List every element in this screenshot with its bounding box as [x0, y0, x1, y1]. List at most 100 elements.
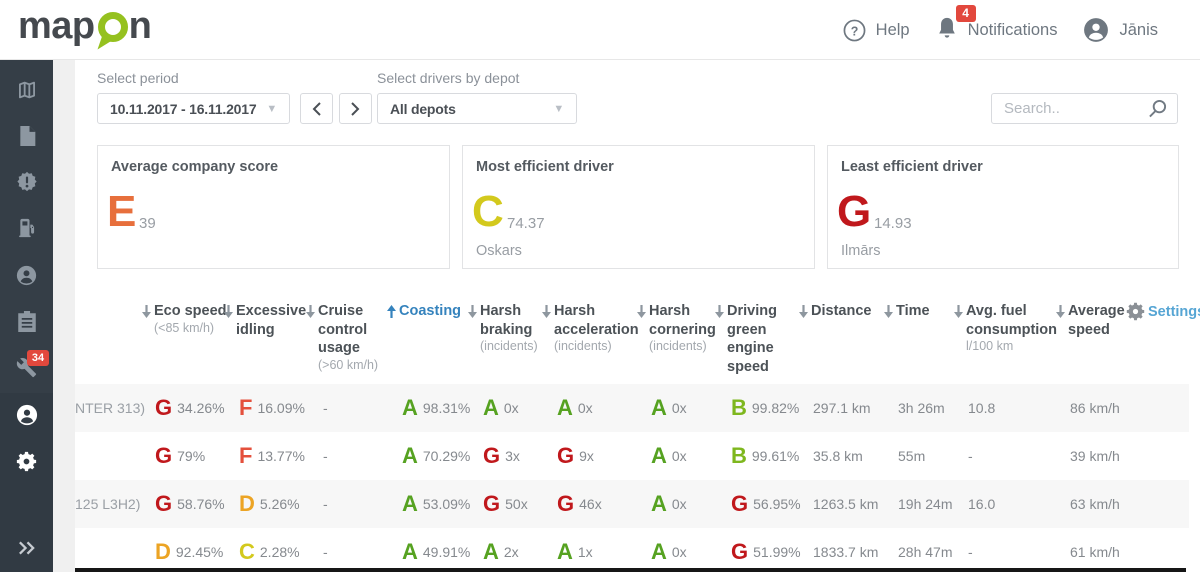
- column-header-eco-speed[interactable]: Eco speed(<85 km/h): [154, 302, 249, 336]
- logo-text-n: n: [129, 7, 152, 45]
- cell-value: G58.76%: [155, 480, 225, 528]
- cell-value: A0x: [651, 384, 687, 432]
- depot-value: All depots: [390, 101, 456, 117]
- cell-value: A 1x: [557, 528, 593, 572]
- page-gutter: [53, 60, 75, 572]
- help-label: Help: [876, 21, 910, 40]
- cell-text: 16.0: [968, 496, 995, 512]
- column-header-avg-fuel-consumption[interactable]: Avg. fuel consumptionl/100 km: [966, 302, 1068, 354]
- cell-value: 61 km/h: [1070, 528, 1120, 572]
- help-button[interactable]: ? Help: [843, 19, 910, 42]
- cell-value: G50x: [483, 480, 528, 528]
- cell-text: 1833.7 km: [813, 544, 878, 560]
- card-title: Average company score: [111, 159, 278, 175]
- chevron-left-icon: [312, 102, 321, 116]
- cell-value: 3h 26m: [898, 384, 945, 432]
- depot-select[interactable]: All depots ▼: [377, 93, 577, 124]
- sidebar-item-tasks[interactable]: [0, 298, 53, 344]
- cell-text: 56.95%: [753, 496, 800, 512]
- cell-text: 46x: [579, 496, 602, 512]
- column-subtitle: (<85 km/h): [154, 321, 249, 336]
- bottom-scroll-strip[interactable]: [75, 568, 1186, 572]
- table-row[interactable]: G79%F13.77%-A70.29%G3xG9xA0xB99.61%35.8 …: [75, 432, 1189, 480]
- column-subtitle: (incidents): [554, 339, 656, 354]
- cell-text: -: [968, 448, 973, 464]
- cell-value: F16.09%: [239, 384, 305, 432]
- maintenance-badge: 34: [27, 350, 49, 366]
- grade-letter: G: [483, 491, 500, 517]
- cell-text: 53.09%: [423, 496, 470, 512]
- cell-text: 0x: [672, 400, 687, 416]
- user-menu[interactable]: Jānis: [1083, 17, 1158, 43]
- next-period-button[interactable]: [339, 93, 372, 124]
- help-icon: ?: [843, 19, 866, 42]
- cell-value: 86 km/h: [1070, 384, 1120, 432]
- column-header-driving-green-engine-speed[interactable]: Driving green engine speed: [727, 302, 797, 376]
- column-header-time[interactable]: Time: [896, 302, 958, 321]
- cell-text: 1x: [578, 544, 593, 560]
- chevron-right-icon: [351, 102, 360, 116]
- sort-asc-icon: [387, 305, 396, 318]
- notifications-label: Notifications: [968, 21, 1058, 40]
- cell-text: 5.26%: [260, 496, 300, 512]
- table-row[interactable]: NTER 313)G34.26%F16.09%-A98.31%A0xA0xA0x…: [75, 384, 1189, 432]
- cell-text: 55m: [898, 448, 925, 464]
- cell-text: 79%: [177, 448, 205, 464]
- cell-text: 28h 47m: [898, 544, 952, 560]
- card-title: Most efficient driver: [476, 159, 614, 175]
- cell-text: 0x: [578, 400, 593, 416]
- cell-value: A49.91%: [402, 528, 470, 572]
- sidebar-item-drivers[interactable]: [0, 252, 53, 298]
- grade-letter: G: [155, 395, 172, 421]
- cell-text: -: [323, 496, 328, 512]
- cell-value: -: [323, 480, 328, 528]
- sidebar-item-settings[interactable]: [0, 438, 53, 484]
- cell-value: G46x: [557, 480, 602, 528]
- cell-value: 1833.7 km: [813, 528, 878, 572]
- grade-letter: D: [155, 539, 171, 565]
- grade-letter: B: [731, 395, 747, 421]
- period-value: 10.11.2017 - 16.11.2017: [110, 101, 256, 117]
- grade-letter: A: [483, 539, 499, 565]
- sort-desc-icon: [542, 305, 551, 318]
- sidebar-expand-button[interactable]: [0, 525, 53, 571]
- cell-value: G9x: [557, 432, 594, 480]
- column-header-cruise-control-usage[interactable]: Cruise control usage(>60 km/h): [318, 302, 390, 373]
- sidebar-item-maintenance[interactable]: 34: [0, 344, 53, 390]
- grade-letter: G: [155, 443, 172, 469]
- sidebar-item-reports[interactable]: [0, 113, 53, 159]
- cell-value: 16.0: [968, 480, 995, 528]
- caret-down-icon: ▼: [266, 103, 277, 115]
- cell-value: G 34.26%: [155, 384, 225, 432]
- sidebar-item-account[interactable]: [0, 392, 53, 438]
- prev-period-button[interactable]: [300, 93, 333, 124]
- cell-text: -: [323, 400, 328, 416]
- notifications-button[interactable]: 4 Notifications: [936, 16, 1058, 45]
- table-settings-button[interactable]: Settings: [1126, 302, 1200, 321]
- grade-letter: G: [731, 491, 748, 517]
- settings-label: Settings: [1148, 304, 1200, 320]
- grade-letter: A: [557, 539, 573, 565]
- grade-letter: D: [239, 491, 255, 517]
- table-row[interactable]: D92.45%C2.28%-A49.91%A2xA1xA0xG51.99%183…: [75, 528, 1189, 572]
- sidebar-item-fuel[interactable]: [0, 205, 53, 251]
- grade-letter: A: [483, 395, 499, 421]
- grade-letter: F: [239, 395, 252, 421]
- cell-value: 297.1 km: [813, 384, 871, 432]
- logo-pin-icon: [94, 6, 132, 54]
- sidebar-item-map[interactable]: [0, 67, 53, 113]
- cell-value: -: [323, 528, 328, 572]
- grade-letter: A: [402, 491, 418, 517]
- search-input[interactable]: [1004, 100, 1148, 117]
- sidebar-item-alerts[interactable]: [0, 159, 53, 205]
- mapon-logo[interactable]: map n: [18, 6, 151, 54]
- column-subtitle: (incidents): [649, 339, 735, 354]
- cell-text: 34.26%: [177, 400, 224, 416]
- cell-text: 58.76%: [177, 496, 224, 512]
- search-icon[interactable]: [1148, 99, 1167, 118]
- cell-text: 92.45%: [176, 544, 223, 560]
- cell-text: 86 km/h: [1070, 400, 1120, 416]
- table-row[interactable]: 125 L3H2)G58.76%D5.26%-A53.09%G50xG46xA0…: [75, 480, 1189, 528]
- period-select[interactable]: 10.11.2017 - 16.11.2017 ▼: [97, 93, 290, 124]
- logo-text-map: map: [18, 7, 95, 45]
